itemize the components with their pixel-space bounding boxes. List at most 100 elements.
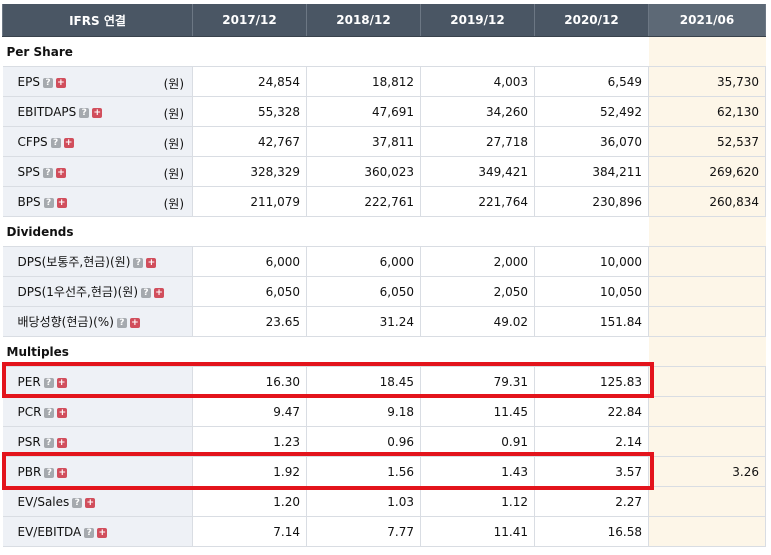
value-cell: 52,537 (648, 126, 766, 157)
value-cell: 211,079 (192, 186, 307, 217)
question-icon[interactable]: ? (116, 318, 127, 328)
question-icon[interactable]: ? (43, 197, 54, 208)
plus-icon[interactable]: + (63, 137, 74, 148)
row-label: PER (17, 374, 41, 389)
value-cell: 10,000 (534, 246, 649, 277)
section-title: Multiples (2, 336, 649, 367)
value-cell: 27,718 (420, 126, 535, 157)
row-label: CFPS (17, 134, 48, 149)
value-cell (648, 276, 766, 307)
value-cell: 35,730 (648, 66, 766, 97)
question-icon[interactable]: ? (79, 107, 90, 118)
row-label: EV/Sales (17, 494, 70, 509)
value-cell: 16.30 (192, 366, 307, 397)
table-row: DPS(1우선주,현금)(원)? +6,050 6,050 2,050 10,050 (2, 276, 766, 307)
unit-label: (원) (163, 107, 184, 121)
row-label-cell: PER? + (2, 366, 193, 397)
row-label-cell: PCR? + (2, 396, 193, 427)
value-cell: 79.31 (420, 366, 535, 397)
value-cell: 6,050 (192, 276, 307, 307)
value-cell: 24,854 (192, 66, 307, 97)
value-cell: 1.56 (306, 456, 421, 487)
plus-icon[interactable]: + (85, 497, 96, 508)
table-row: EV/Sales? +1.20 1.03 1.12 2.27 (2, 486, 766, 517)
plus-icon[interactable]: + (129, 318, 140, 328)
plus-icon[interactable]: + (92, 107, 103, 118)
value-cell: 22.84 (534, 396, 649, 427)
value-cell: 3.26 (648, 456, 766, 487)
question-icon[interactable]: ? (141, 288, 152, 298)
question-icon[interactable]: ? (84, 527, 95, 538)
value-cell: 6,000 (192, 246, 307, 277)
row-label: DPS(보통주,현금)(원) (17, 255, 131, 269)
value-cell: 2,050 (420, 276, 535, 307)
value-cell: 62,130 (648, 96, 766, 127)
value-cell: 384,211 (534, 156, 649, 187)
question-icon[interactable]: ? (44, 467, 55, 478)
plus-icon[interactable]: + (56, 437, 67, 448)
value-cell: 31.24 (306, 306, 421, 337)
value-cell: 18.45 (306, 366, 421, 397)
plus-icon[interactable]: + (56, 377, 67, 388)
value-cell (648, 396, 766, 427)
value-cell: 360,023 (306, 156, 421, 187)
value-cell: 7.14 (192, 516, 307, 547)
value-cell: 34,260 (420, 96, 535, 127)
row-label-cell: DPS(보통주,현금)(원)? + (2, 246, 193, 277)
header-title: IFRS 연결 (2, 4, 193, 37)
plus-icon[interactable]: + (97, 527, 108, 538)
question-icon[interactable]: ? (133, 258, 144, 268)
unit-label: (원) (163, 77, 184, 91)
value-cell: 36,070 (534, 126, 649, 157)
unit-label: (원) (163, 137, 184, 151)
row-label: PCR (17, 404, 42, 419)
value-cell: 1.23 (192, 426, 307, 457)
question-icon[interactable]: ? (50, 137, 61, 148)
section-per-share: Per Share (2, 36, 766, 67)
value-cell (648, 516, 766, 547)
value-cell: 11.41 (420, 516, 535, 547)
value-cell: 49.02 (420, 306, 535, 337)
value-cell: 1.12 (420, 486, 535, 517)
row-label-cell: 배당성향(현금)(%)? + (2, 306, 193, 337)
value-cell (648, 366, 766, 397)
value-cell: 1.43 (420, 456, 535, 487)
value-cell: 55,328 (192, 96, 307, 127)
row-label-cell: DPS(1우선주,현금)(원)? + (2, 276, 193, 307)
question-icon[interactable]: ? (42, 167, 53, 178)
question-icon[interactable]: ? (44, 407, 55, 418)
value-cell: 230,896 (534, 186, 649, 217)
row-label-cell: EBITDAPS? + (원) (2, 96, 193, 127)
question-icon[interactable]: ? (72, 497, 83, 508)
value-cell: 47,691 (306, 96, 421, 127)
question-icon[interactable]: ? (43, 437, 54, 448)
table-row: EBITDAPS? + (원) 55,328 47,691 34,260 52,492 62,… (2, 96, 766, 127)
plus-icon[interactable]: + (57, 467, 68, 478)
plus-icon[interactable]: + (154, 288, 165, 298)
table-row: DPS(보통주,현금)(원)? +6,000 6,000 2,000 10,000 (2, 246, 766, 277)
question-icon[interactable]: ? (42, 77, 53, 88)
table-row: BPS? + (원) 211,079 222,761 221,764 230,896 260,… (2, 186, 766, 217)
table-row: EPS? + (원) 24,854 18,812 4,003 6,549 35,730 (2, 66, 766, 97)
plus-icon[interactable]: + (55, 167, 66, 178)
value-cell: 2.27 (534, 486, 649, 517)
table-row: CFPS? + (원) 42,767 37,811 27,718 36,070 52,537 (2, 126, 766, 157)
value-cell: 23.65 (192, 306, 307, 337)
table-row: PCR? +9.47 9.18 11.45 22.84 (2, 396, 766, 427)
plus-icon[interactable]: + (146, 258, 157, 268)
value-cell: 125.83 (534, 366, 649, 397)
section-multiples: Multiples (2, 336, 766, 367)
plus-icon[interactable]: + (56, 197, 67, 208)
question-icon[interactable]: ? (43, 377, 54, 388)
row-label-cell: PSR? + (2, 426, 193, 457)
plus-icon[interactable]: + (57, 407, 68, 418)
header-period: 2021/06 (648, 4, 766, 37)
row-label-cell: CFPS? + (원) (2, 126, 193, 157)
value-cell: 37,811 (306, 126, 421, 157)
value-cell (648, 426, 766, 457)
unit-label: (원) (163, 197, 184, 211)
header-period: 2020/12 (534, 4, 649, 37)
row-label: 배당성향(현금)(%) (17, 315, 114, 329)
value-cell: 221,764 (420, 186, 535, 217)
plus-icon[interactable]: + (55, 77, 66, 88)
